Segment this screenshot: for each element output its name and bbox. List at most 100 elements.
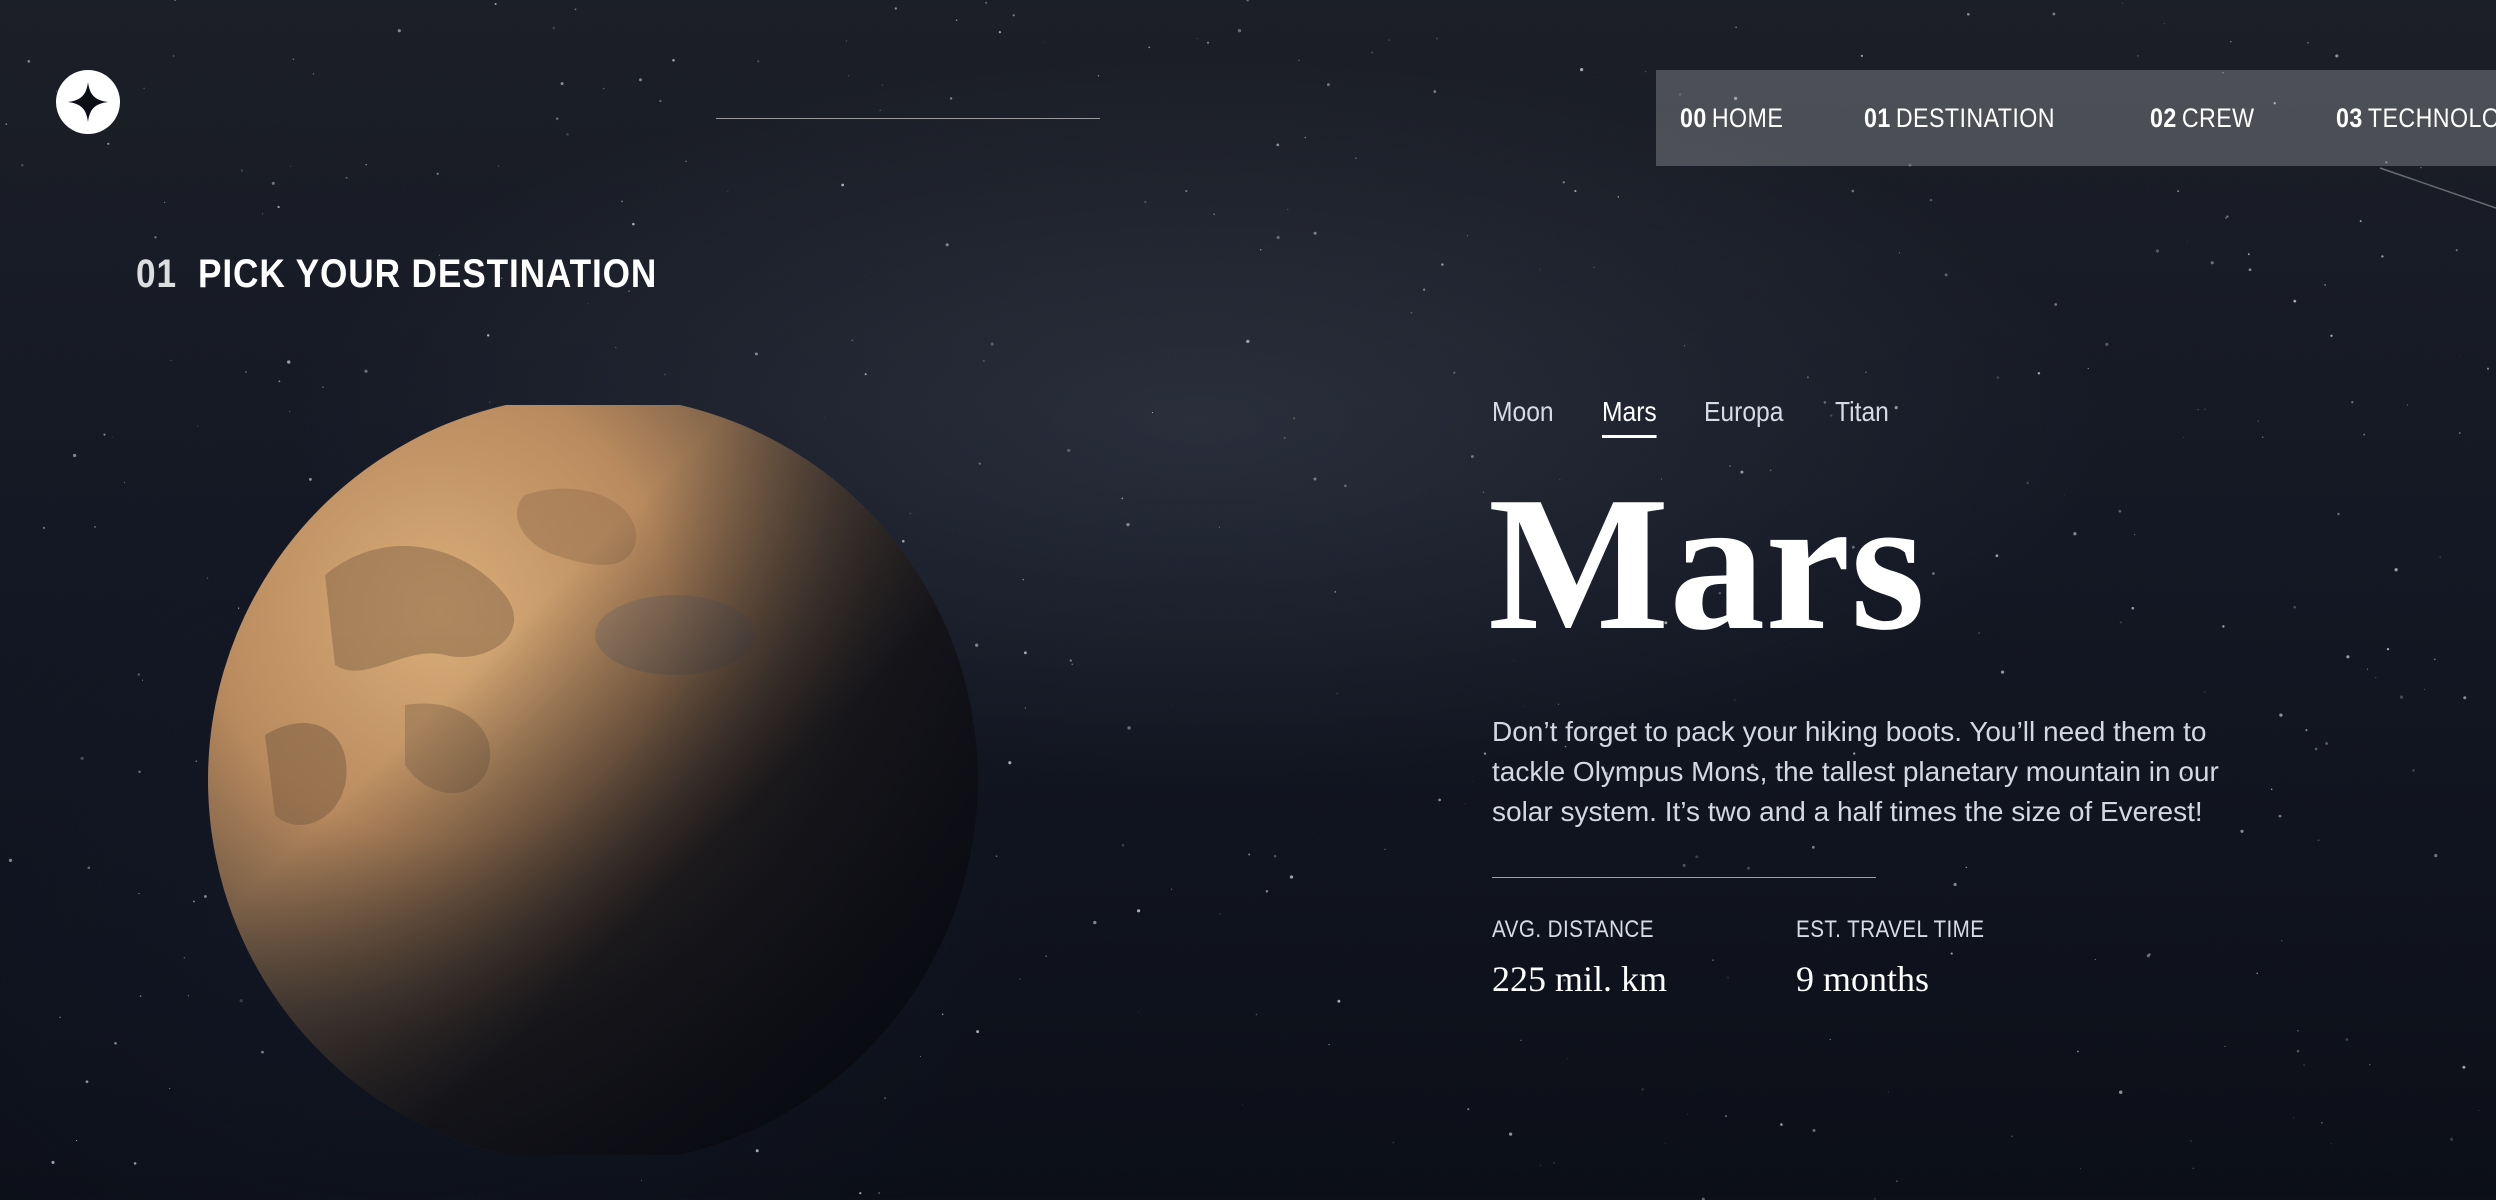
star: [2105, 342, 2109, 346]
star: [1874, 1197, 1876, 1200]
nav-item-technology[interactable]: 03 TECHNOLOGY: [2336, 70, 2496, 166]
star: [2197, 409, 2199, 411]
star: [2121, 2, 2123, 4]
star: [1219, 913, 1221, 915]
star: [757, 60, 760, 63]
star: [1865, 371, 1867, 373]
star: [2439, 556, 2441, 558]
star: [289, 165, 291, 167]
star: [1024, 707, 1027, 709]
star: [2224, 216, 2228, 219]
star: [990, 342, 994, 346]
star: [2222, 625, 2225, 628]
star: [278, 380, 281, 383]
star: [845, 40, 848, 42]
star: [27, 60, 31, 63]
star: [2305, 729, 2308, 732]
star: [1371, 51, 1374, 54]
star: [2136, 54, 2139, 57]
star: [123, 482, 125, 484]
stat-travel-time: EST. TRAVEL TIME 9 months: [1796, 916, 2015, 1000]
star: [1384, 848, 1386, 851]
star: [1520, 1039, 1522, 1041]
nav-item-crew[interactable]: 02 CREW: [2150, 70, 2255, 166]
star: [292, 58, 294, 60]
star: [1260, 249, 1262, 251]
star: [137, 673, 141, 676]
star: [894, 7, 897, 10]
star: [2261, 436, 2264, 439]
star: [1012, 14, 1015, 17]
star: [1482, 491, 1485, 493]
star: [1851, 189, 1855, 193]
star: [1466, 235, 1469, 237]
star: [2077, 1050, 2079, 1053]
star: [2148, 953, 2151, 956]
star: [1126, 522, 1130, 527]
star: [955, 19, 958, 21]
nav-label: DESTINATION: [1895, 102, 2056, 133]
star: [2026, 481, 2029, 485]
star: [1596, 76, 1598, 78]
nav-label: HOME: [1711, 102, 1784, 133]
star: [1043, 41, 1045, 43]
nav-item-home[interactable]: 00 HOME: [1680, 70, 1783, 166]
star: [574, 8, 577, 11]
destination-description: Don’t forget to pack your hiking boots. …: [1492, 716, 2219, 827]
star: [1467, 1108, 1470, 1111]
star: [1727, 976, 1729, 979]
nav-label: CREW: [2181, 102, 2255, 133]
star: [1539, 269, 1541, 271]
nav-number: 03: [2335, 102, 2363, 133]
stat-label: EST. TRAVEL TIME: [1796, 916, 1985, 943]
star: [2386, 647, 2390, 651]
star: [364, 369, 368, 373]
star: [141, 679, 144, 681]
star: [945, 243, 949, 247]
star: [2192, 1167, 2195, 1170]
star: [183, 957, 186, 959]
star: [1334, 591, 1337, 593]
star: [245, 370, 247, 373]
star: [2010, 1135, 2013, 1138]
star: [2177, 190, 2180, 193]
star: [261, 213, 263, 215]
star: [2204, 408, 2206, 410]
star: [641, 1179, 643, 1181]
logo[interactable]: [56, 70, 120, 134]
star: [436, 172, 439, 175]
star: [1562, 181, 1566, 184]
tab-moon[interactable]: Moon: [1492, 396, 1554, 438]
star: [2224, 1046, 2226, 1047]
star: [2257, 420, 2260, 423]
star: [1022, 578, 1024, 581]
star: [111, 436, 113, 438]
star: [164, 201, 166, 203]
star: [1953, 882, 1957, 887]
star: [2293, 299, 2297, 303]
star: [1747, 866, 1750, 870]
star: [727, 190, 729, 192]
star: [2000, 670, 2005, 674]
star: [1023, 651, 1027, 655]
star: [1255, 1013, 1258, 1016]
star: [1237, 29, 1242, 33]
tab-titan[interactable]: Titan: [1835, 396, 1889, 438]
star: [2186, 241, 2188, 243]
star: [2351, 401, 2354, 404]
star: [1298, 59, 1300, 61]
star: [1829, 1038, 1831, 1041]
tab-europa[interactable]: Europa: [1704, 396, 1783, 438]
star: [2119, 621, 2122, 624]
nav-item-destination[interactable]: 01 DESTINATION: [1864, 70, 2055, 166]
star: [1265, 890, 1269, 893]
star: [1811, 845, 1815, 849]
star: [2279, 713, 2283, 717]
star: [1860, 54, 1864, 58]
star: [1138, 1012, 1140, 1013]
star: [1246, 339, 1250, 344]
star: [2190, 1140, 2192, 1142]
star: [2133, 533, 2136, 536]
star: [859, 1192, 862, 1195]
tab-mars[interactable]: Mars: [1602, 396, 1658, 438]
